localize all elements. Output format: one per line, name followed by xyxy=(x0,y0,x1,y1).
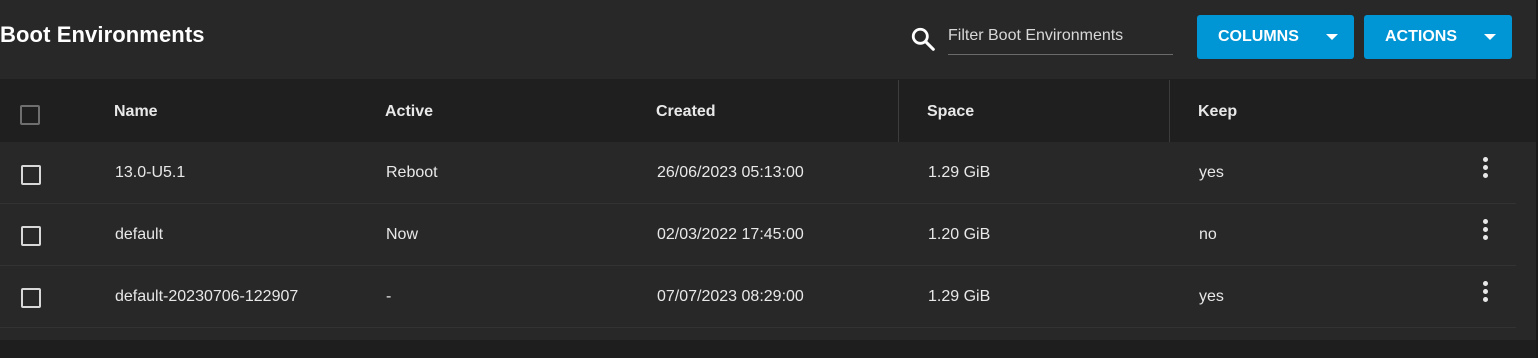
columns-button-label: COLUMNS xyxy=(1218,28,1299,45)
page-footer-gap xyxy=(0,340,1538,358)
table-row[interactable]: default-20230706-122907 - 07/07/2023 08:… xyxy=(0,266,1516,328)
cell-name: default-20230706-122907 xyxy=(115,288,299,305)
table-row[interactable]: 13.0-U5.1 Reboot 26/06/2023 05:13:00 1.2… xyxy=(0,142,1516,204)
more-vert-icon[interactable] xyxy=(1477,218,1495,242)
column-divider xyxy=(1169,80,1170,142)
caret-down-icon xyxy=(1326,34,1338,40)
actions-button-label: ACTIONS xyxy=(1385,28,1457,45)
row-checkbox[interactable] xyxy=(21,165,41,185)
caret-down-icon xyxy=(1484,34,1496,40)
column-header-keep[interactable]: Keep xyxy=(1198,103,1237,121)
cell-created: 02/03/2022 17:45:00 xyxy=(657,226,804,243)
table-row[interactable]: default Now 02/03/2022 17:45:00 1.20 GiB… xyxy=(0,204,1516,266)
select-all-checkbox[interactable] xyxy=(20,105,40,125)
cell-active: - xyxy=(386,288,392,305)
cell-active: Reboot xyxy=(386,164,438,181)
page-title: Boot Environments xyxy=(0,22,205,47)
cell-space: 1.29 GiB xyxy=(928,164,991,181)
cell-space: 1.20 GiB xyxy=(928,226,991,243)
columns-button[interactable]: COLUMNS xyxy=(1197,15,1354,59)
actions-button[interactable]: ACTIONS xyxy=(1364,15,1512,59)
table-header: Name Active Created Space Keep xyxy=(0,80,1536,142)
cell-space: 1.29 GiB xyxy=(928,288,991,305)
cell-keep: yes xyxy=(1199,288,1224,305)
cell-name: default xyxy=(115,226,164,243)
column-header-created[interactable]: Created xyxy=(656,103,716,121)
boot-environments-panel: Boot Environments COLUMNS ACTIONS Name A… xyxy=(0,0,1536,340)
cell-created: 26/06/2023 05:13:00 xyxy=(657,164,804,181)
cell-name: 13.0-U5.1 xyxy=(115,164,186,181)
cell-created: 07/07/2023 08:29:00 xyxy=(657,288,804,305)
cell-keep: no xyxy=(1199,226,1217,243)
more-vert-icon[interactable] xyxy=(1477,156,1495,180)
search-input[interactable] xyxy=(948,27,1168,45)
column-header-name[interactable]: Name xyxy=(114,103,158,121)
column-header-space[interactable]: Space xyxy=(927,103,974,121)
cell-active: Now xyxy=(386,226,419,243)
column-header-active[interactable]: Active xyxy=(385,103,433,121)
row-checkbox[interactable] xyxy=(21,226,41,246)
search-field xyxy=(948,20,1173,55)
cell-keep: yes xyxy=(1199,164,1224,181)
column-divider xyxy=(898,80,899,142)
search-icon xyxy=(911,27,935,51)
more-vert-icon[interactable] xyxy=(1477,280,1495,304)
row-checkbox[interactable] xyxy=(21,288,41,308)
